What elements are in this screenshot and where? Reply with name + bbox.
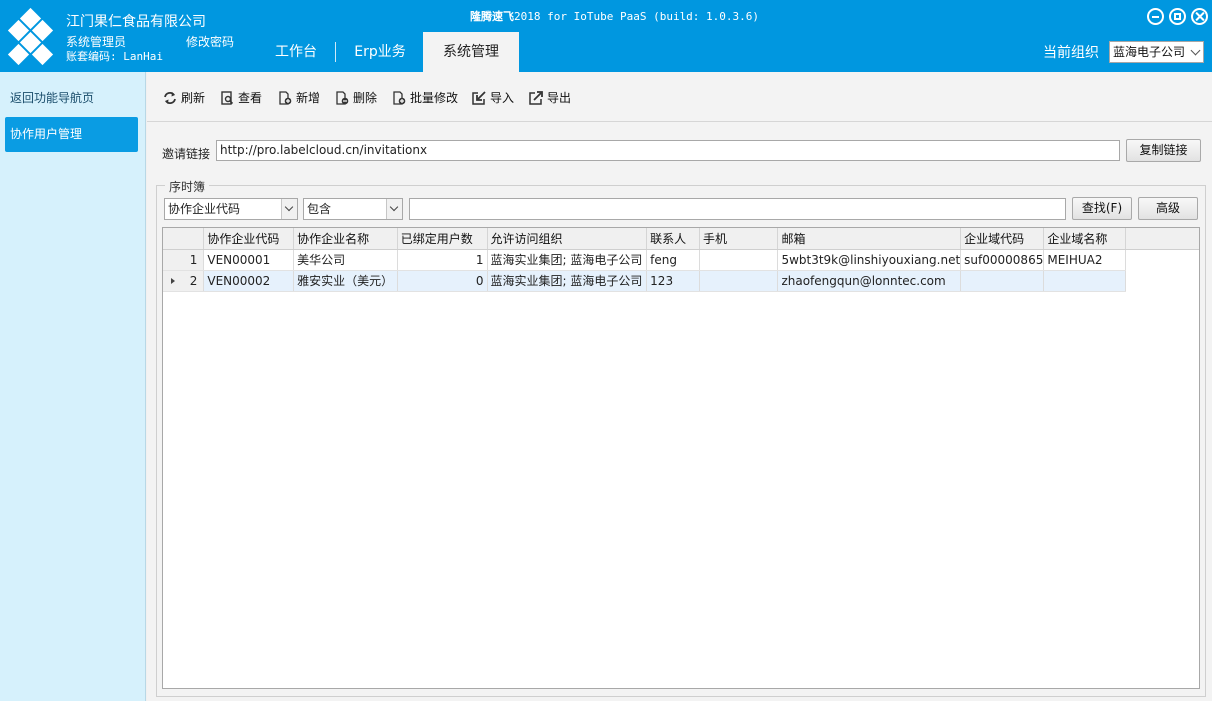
sidebar-item-back-to-nav[interactable]: 返回功能导航页 (5, 81, 138, 116)
add-label: 新增 (296, 91, 321, 105)
data-grid[interactable]: 协作企业代码 协作企业名称 已绑定用户数 允许访问组织 联系人 手机 邮箱 企业… (162, 227, 1200, 689)
cell-bound-users[interactable]: 1 (397, 249, 488, 271)
cell-name[interactable]: 美华公司 (293, 249, 398, 271)
cell-filler (1125, 249, 1199, 270)
cell-code[interactable]: VEN00002 (203, 270, 295, 292)
account-code: 账套编码: LanHai (66, 50, 163, 63)
tab-system-management[interactable]: 系统管理 (423, 32, 519, 72)
minimize-icon[interactable] (1147, 8, 1164, 25)
cell-domain-code[interactable]: suf00000865 (960, 249, 1045, 271)
cell-orgs[interactable]: 蓝海实业集团; 蓝海电子公司 (487, 249, 648, 271)
current-org-value: 蓝海电子公司 (1113, 45, 1186, 59)
close-icon[interactable] (1191, 8, 1208, 25)
current-org-select[interactable]: 蓝海电子公司 (1109, 41, 1204, 63)
column-header[interactable]: 企业域名称 (1043, 228, 1126, 250)
refresh-label: 刷新 (181, 91, 206, 105)
app-title: 隆腾速飞2018 for IoTube PaaS (build: 1.0.3.6… (470, 8, 759, 24)
view-icon (221, 91, 234, 105)
filter-field-value: 协作企业代码 (168, 202, 241, 216)
change-password-link[interactable]: 修改密码 (186, 33, 234, 50)
row-number[interactable]: 2 (163, 270, 205, 292)
chevron-down-icon (386, 199, 402, 219)
column-header[interactable]: 联系人 (646, 228, 700, 250)
cell-domain-name[interactable] (1043, 270, 1126, 292)
batch-edit-label: 批量修改 (410, 91, 459, 105)
cell-code[interactable]: VEN00001 (203, 249, 295, 271)
company-name: 江门果仁食品有限公司 (66, 14, 206, 30)
column-header[interactable]: 协作企业名称 (293, 228, 398, 250)
chevron-down-icon (1190, 45, 1201, 56)
batch-edit-button[interactable]: 批量修改 (392, 89, 458, 107)
maximize-icon[interactable] (1169, 8, 1186, 25)
tab-divider (335, 42, 336, 62)
export-label: 导出 (547, 91, 572, 105)
delete-label: 删除 (353, 91, 378, 105)
cell-phone[interactable] (699, 249, 779, 271)
journal-group-title: 序时簿 (165, 178, 210, 195)
row-number[interactable]: 1 (163, 249, 205, 271)
column-header[interactable]: 已绑定用户数 (397, 228, 488, 250)
import-label: 导入 (490, 91, 515, 105)
export-button[interactable]: 导出 (529, 89, 571, 107)
filter-operator-value: 包含 (307, 202, 332, 216)
data-table: 协作企业代码 协作企业名称 已绑定用户数 允许访问组织 联系人 手机 邮箱 企业… (163, 228, 1199, 292)
add-button[interactable]: 新增 (278, 89, 320, 107)
cell-domain-code[interactable] (960, 270, 1045, 292)
cell-phone[interactable] (699, 270, 779, 292)
table-row[interactable]: 1 VEN00001 美华公司 1 蓝海实业集团; 蓝海电子公司 feng 5w… (163, 249, 1199, 271)
sidebar: 返回功能导航页 协作用户管理 (0, 72, 146, 701)
view-label: 查看 (238, 91, 263, 105)
title-bar: 江门果仁食品有限公司 系统管理员 修改密码 账套编码: LanHai 隆腾速飞2… (0, 0, 1212, 72)
cell-contact[interactable]: 123 (646, 270, 700, 292)
column-header[interactable]: 邮箱 (777, 228, 962, 250)
cell-email[interactable]: zhaofengqun@lonntec.com (777, 270, 962, 292)
tab-workbench[interactable]: 工作台 (261, 32, 331, 72)
current-row-icon (171, 277, 175, 284)
cell-domain-name[interactable]: MEIHUA2 (1043, 249, 1126, 271)
cell-email[interactable]: 5wbt3t9k@linshiyouxiang.net (777, 249, 962, 271)
toolbar: 刷新 查看 新增 删除 批量修改 导入 导出 (147, 72, 1212, 122)
column-header[interactable]: 企业域代码 (960, 228, 1045, 250)
advanced-button[interactable]: 高级 (1138, 197, 1198, 220)
import-icon (472, 91, 486, 105)
table-header-row: 协作企业代码 协作企业名称 已绑定用户数 允许访问组织 联系人 手机 邮箱 企业… (163, 228, 1199, 250)
search-button[interactable]: 查找(F) (1072, 197, 1132, 220)
app-title-brand: 隆腾速飞 (470, 10, 514, 23)
column-header[interactable]: 允许访问组织 (487, 228, 648, 250)
filter-value-input[interactable] (409, 198, 1066, 220)
column-header-filler (1125, 228, 1199, 250)
filter-field-select[interactable]: 协作企业代码 (164, 198, 298, 220)
invite-link-label: 邀请链接 (162, 147, 211, 161)
column-header[interactable]: 手机 (699, 228, 779, 250)
tab-erp[interactable]: Erp业务 (342, 32, 418, 72)
refresh-icon (164, 92, 176, 104)
column-header[interactable]: 协作企业代码 (203, 228, 295, 250)
app-title-version: 2018 for IoTube PaaS (build: 1.0.3.6) (514, 10, 760, 23)
cell-filler (1125, 270, 1199, 291)
sidebar-item-collab-users[interactable]: 协作用户管理 (5, 117, 138, 152)
invite-link-field[interactable]: http://pro.labelcloud.cn/invitationx (216, 140, 1120, 161)
add-icon (279, 91, 292, 105)
cell-contact[interactable]: feng (646, 249, 700, 271)
logo-icon (6, 7, 56, 66)
import-button[interactable]: 导入 (472, 89, 514, 107)
current-org-label: 当前组织 (1043, 45, 1099, 61)
row-header-corner (163, 228, 205, 250)
batch-edit-icon (393, 91, 406, 105)
main-panel: 刷新 查看 新增 删除 批量修改 导入 导出 邀请链接 http://pro.l… (147, 72, 1212, 701)
chevron-down-icon (281, 199, 297, 219)
cell-orgs[interactable]: 蓝海实业集团; 蓝海电子公司 (487, 270, 648, 292)
refresh-button[interactable]: 刷新 (163, 89, 205, 107)
filter-operator-select[interactable]: 包含 (303, 198, 403, 220)
delete-icon (336, 91, 349, 105)
cell-bound-users[interactable]: 0 (397, 270, 488, 292)
export-icon (529, 91, 543, 105)
view-button[interactable]: 查看 (220, 89, 262, 107)
cell-name[interactable]: 雅安实业（美元） (293, 270, 398, 292)
delete-button[interactable]: 删除 (335, 89, 377, 107)
copy-link-button[interactable]: 复制链接 (1126, 139, 1201, 162)
table-row[interactable]: 2 VEN00002 雅安实业（美元） 0 蓝海实业集团; 蓝海电子公司 123… (163, 270, 1199, 292)
row-number-text: 2 (189, 273, 198, 288)
